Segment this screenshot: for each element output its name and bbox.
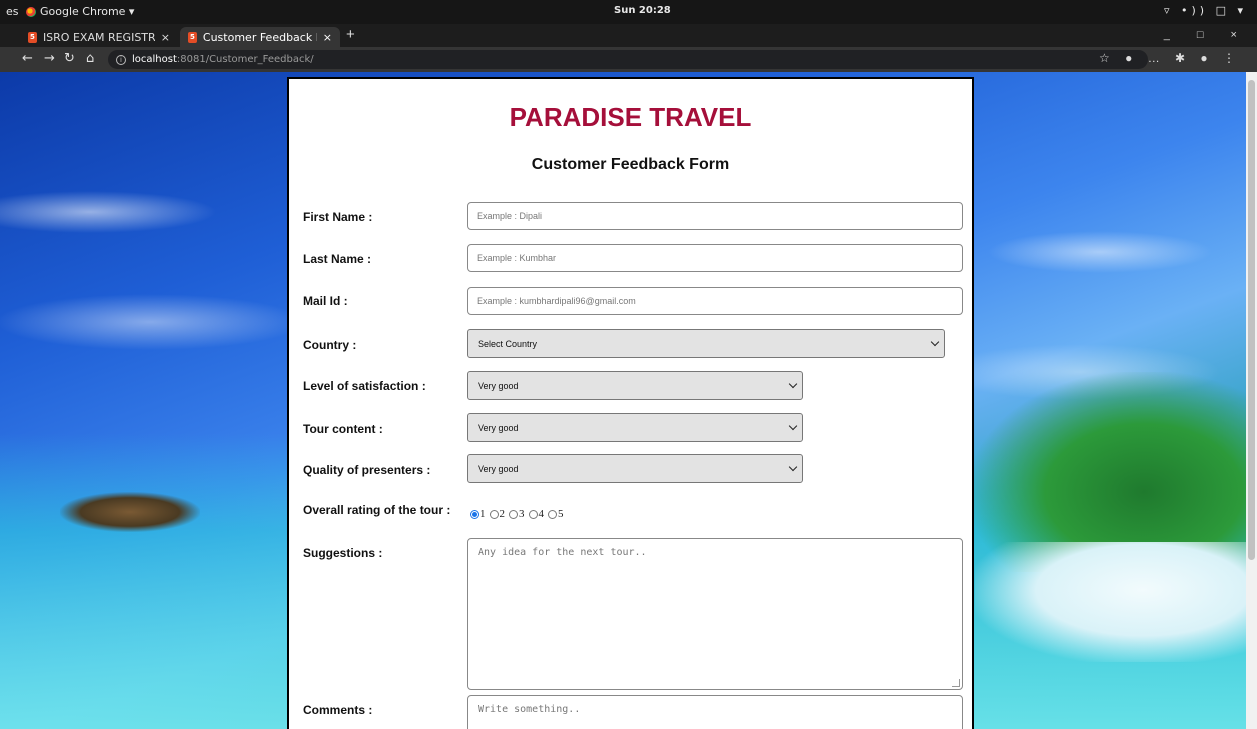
satisfaction-select-value: Very good xyxy=(478,380,519,391)
chevron-down-icon xyxy=(788,421,798,431)
close-icon[interactable]: × xyxy=(161,31,170,44)
comments-label: Comments : xyxy=(303,703,373,717)
browser-toolbar: ← → ↻ ⌂ i localhost :8081/Customer_Feedb… xyxy=(0,47,1257,72)
rating-option-label: 4 xyxy=(538,508,545,520)
tab-isro-exam[interactable]: 5 ISRO EXAM REGISTRATIO × xyxy=(20,27,178,47)
country-select-value: Select Country xyxy=(478,338,538,349)
html5-icon: 5 xyxy=(188,31,197,43)
mail-label: Mail Id : xyxy=(303,294,348,308)
form-title: Customer Feedback Form xyxy=(531,156,730,173)
comments-placeholder: Write something.. xyxy=(478,704,581,715)
system-top-bar: es Google Chrome ▾ Sun 20:28 ▿ •)) □ ▾ xyxy=(0,0,1257,24)
info-icon[interactable]: i xyxy=(116,54,126,65)
rating-option-label: 2 xyxy=(499,508,506,520)
chevron-down-icon xyxy=(788,379,798,389)
suggestions-textarea[interactable]: Any idea for the next tour.. xyxy=(467,538,963,690)
tab-label: Customer Feedback Form xyxy=(202,30,317,44)
forward-arrow-icon[interactable]: → xyxy=(44,51,55,66)
tab-customer-feedback[interactable]: 5 Customer Feedback Form × xyxy=(180,27,340,47)
presenters-select-value: Very good xyxy=(478,463,519,474)
satisfaction-label: Level of satisfaction : xyxy=(303,379,426,393)
suggestions-placeholder: Any idea for the next tour.. xyxy=(478,547,647,558)
first-name-input[interactable]: Example : Dipali xyxy=(467,202,963,230)
presenters-select[interactable]: Very good xyxy=(467,454,803,483)
activities-button[interactable]: es xyxy=(6,5,19,18)
rating-radio-5[interactable] xyxy=(548,509,557,519)
rating-option-label: 3 xyxy=(519,508,525,520)
url-path: :8081/Customer_Feedback/ xyxy=(176,54,314,65)
rating-option-label: 1 xyxy=(480,508,486,520)
rating-radio-2[interactable] xyxy=(489,509,499,519)
rating-option-label: 5 xyxy=(558,508,564,520)
reload-icon[interactable]: ↻ xyxy=(64,51,75,66)
rating-radio-group: 1 2 3 4 5 xyxy=(470,508,568,520)
back-arrow-icon[interactable]: ← xyxy=(22,51,33,66)
first-name-label: First Name : xyxy=(303,210,373,224)
brand-title: PARADISE TRAVEL xyxy=(509,102,752,132)
tab-strip: 5 ISRO EXAM REGISTRATIO × 5 Customer Fee… xyxy=(0,24,1257,47)
chrome-icon xyxy=(26,6,36,17)
country-label: Country : xyxy=(303,338,357,352)
address-bar[interactable]: i localhost :8081/Customer_Feedback/ xyxy=(108,50,1148,69)
suggestions-label: Suggestions : xyxy=(303,546,383,560)
chevron-down-icon xyxy=(930,337,940,347)
rating-radio-3[interactable] xyxy=(509,509,518,519)
system-tray[interactable]: ▿ •)) □ ▾ xyxy=(1164,4,1247,17)
last-name-label: Last Name : xyxy=(303,252,372,266)
last-name-input[interactable]: Example : Kumbhar xyxy=(467,244,963,272)
rating-radio-4[interactable] xyxy=(528,509,538,519)
resize-grip-icon[interactable] xyxy=(952,679,960,687)
presenters-label: Quality of presenters : xyxy=(303,463,431,477)
app-menu[interactable]: Google Chrome ▾ xyxy=(26,5,134,18)
rating-radio-1[interactable] xyxy=(470,509,479,519)
chevron-down-icon xyxy=(788,462,798,472)
tab-label: ISRO EXAM REGISTRATIO xyxy=(42,30,155,44)
url-host: localhost xyxy=(132,54,177,65)
rating-label: Overall rating of the tour : xyxy=(303,503,451,517)
scrollbar-thumb[interactable] xyxy=(1248,80,1255,560)
app-menu-label: Google Chrome ▾ xyxy=(40,5,135,18)
comments-textarea[interactable]: Write something.. xyxy=(467,695,963,729)
tour-content-label: Tour content : xyxy=(303,422,383,436)
window-controls[interactable]: _ □ × xyxy=(1164,29,1249,41)
page-scrollbar[interactable] xyxy=(1246,72,1257,729)
feedback-form-panel: PARADISE TRAVEL Customer Feedback Form F… xyxy=(287,77,974,729)
system-clock[interactable]: Sun 20:28 xyxy=(614,5,671,16)
country-select[interactable]: Select Country xyxy=(467,329,945,358)
extension-icons[interactable]: ☆ ● … ✱ ● ⋮ xyxy=(1099,51,1241,65)
html5-icon: 5 xyxy=(28,31,37,43)
mail-input[interactable]: Example : kumbhardipali96@gmail.com xyxy=(467,287,963,315)
satisfaction-select[interactable]: Very good xyxy=(467,371,803,400)
tour-content-select[interactable]: Very good xyxy=(467,413,803,442)
close-icon[interactable]: × xyxy=(323,31,332,44)
new-tab-button[interactable]: + xyxy=(346,26,355,43)
home-icon[interactable]: ⌂ xyxy=(86,51,94,66)
tour-content-select-value: Very good xyxy=(478,422,519,433)
